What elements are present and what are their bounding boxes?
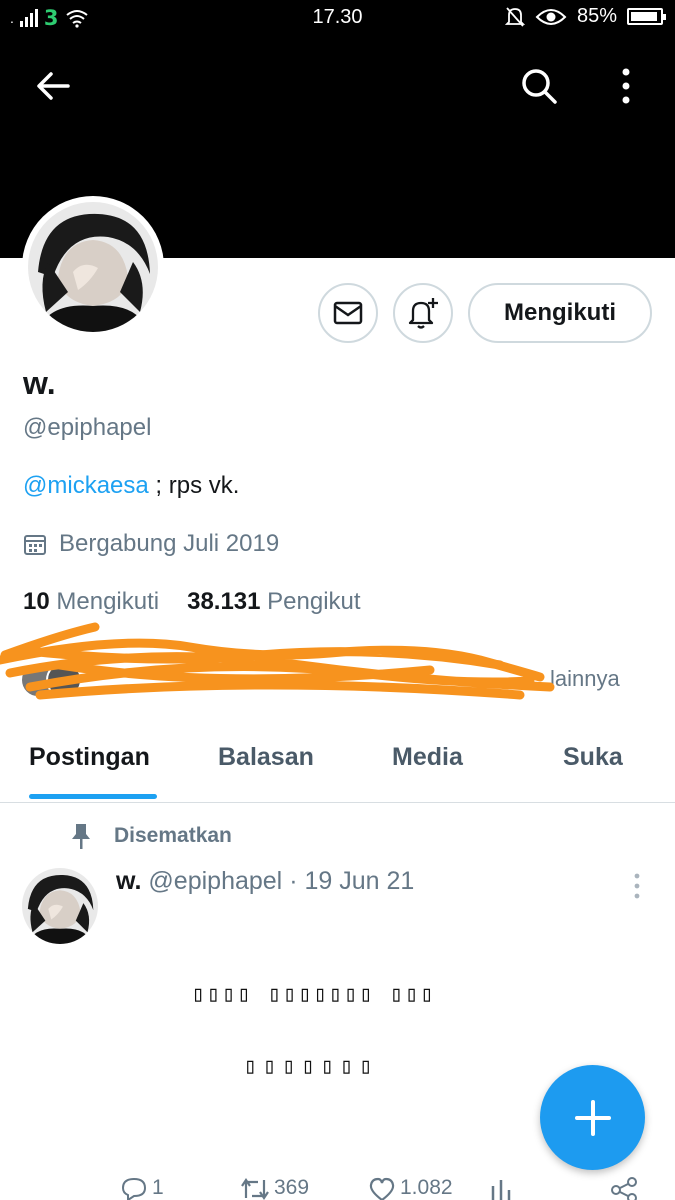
- tweet-separator: ·: [289, 867, 298, 895]
- share-button[interactable]: [610, 1176, 638, 1200]
- notify-button[interactable]: [393, 283, 453, 343]
- like-button[interactable]: 1.082: [368, 1176, 453, 1200]
- followers-label: Pengikut: [267, 588, 361, 615]
- tweet-header: w. @epiphapel · 19 Jun 21: [116, 867, 414, 896]
- tweet-text-line: ▯▯▯▯▯▯▯: [243, 1054, 379, 1079]
- bio-mention-link[interactable]: @mickaesa: [23, 472, 149, 499]
- followers-stat[interactable]: 38.131 Pengikut: [187, 588, 360, 616]
- more-vertical-icon: [622, 68, 630, 104]
- tab-posts[interactable]: Postingan: [29, 743, 150, 772]
- back-button[interactable]: [29, 62, 77, 110]
- tweet-author-handle: @epiphapel: [148, 867, 283, 895]
- compose-tweet-button[interactable]: [540, 1065, 645, 1170]
- known-followers[interactable]: lainnya: [20, 660, 660, 700]
- pin-icon: [72, 824, 90, 849]
- reply-button[interactable]: 1: [120, 1176, 164, 1200]
- known-follower-avatar: [46, 662, 82, 698]
- pinned-indicator: Disematkan: [70, 822, 232, 850]
- tab-likes[interactable]: Suka: [563, 743, 623, 772]
- profile-name: w.: [23, 365, 56, 401]
- search-button[interactable]: [515, 62, 563, 110]
- tweet-date[interactable]: 19 Jun 21: [304, 867, 414, 895]
- arrow-left-icon: [37, 72, 70, 100]
- following-count: 10: [23, 588, 50, 615]
- profile-bio: @mickaesa ; rps vk.: [23, 472, 239, 500]
- message-button[interactable]: [318, 283, 378, 343]
- tab-replies[interactable]: Balasan: [218, 743, 314, 772]
- tweet-author-name[interactable]: w.: [116, 867, 141, 895]
- tweet-author-avatar[interactable]: [22, 868, 98, 944]
- retweet-icon: [241, 1178, 269, 1200]
- status-bar: . 3 17.30 85%: [0, 0, 675, 36]
- following-stat[interactable]: 10 Mengikuti: [23, 588, 159, 616]
- following-label: Mengikuti: [56, 588, 160, 615]
- analytics-button[interactable]: [488, 1176, 514, 1200]
- avatar-image: [28, 202, 158, 332]
- profile-stats: 10 Mengikuti 38.131 Pengikut: [23, 588, 361, 616]
- share-icon: [611, 1177, 637, 1200]
- pinned-label: Disematkan: [114, 824, 232, 847]
- like-count: 1.082: [400, 1176, 453, 1199]
- eye-icon: [535, 8, 567, 25]
- profile-handle: @epiphapel: [23, 414, 152, 441]
- joined-date: Bergabung Juli 2019: [23, 530, 279, 558]
- reply-icon: [121, 1177, 147, 1200]
- joined-text: Bergabung Juli 2019: [59, 530, 280, 557]
- known-followers-suffix: lainnya: [550, 666, 620, 691]
- tweet-more-button[interactable]: [622, 866, 652, 906]
- retweet-count: 369: [274, 1176, 310, 1199]
- envelope-icon: [333, 301, 363, 325]
- reply-count: 1: [152, 1176, 164, 1199]
- calendar-icon: [24, 535, 46, 555]
- more-options-button[interactable]: [602, 62, 650, 110]
- bell-plus-icon: [408, 298, 438, 329]
- avatar-image: [22, 868, 98, 944]
- bell-off-icon: [504, 6, 525, 27]
- profile-avatar[interactable]: [22, 196, 164, 338]
- bio-text: ; rps vk.: [148, 472, 240, 499]
- tab-media[interactable]: Media: [392, 743, 463, 772]
- analytics-icon: [491, 1180, 511, 1200]
- tweet-actions: 1 369 1.082: [0, 1176, 675, 1200]
- heart-icon: [369, 1177, 395, 1200]
- profile-tabs: Postingan Balasan Media Suka: [0, 735, 675, 803]
- search-icon: [522, 69, 557, 104]
- more-vertical-icon: [634, 873, 640, 899]
- tweet-text-line: ▯▯▯▯ ▯▯▯▯▯▯▯ ▯▯▯: [191, 982, 436, 1007]
- active-tab-indicator: [29, 794, 157, 799]
- retweet-button[interactable]: 369: [240, 1176, 309, 1200]
- following-button[interactable]: Mengikuti: [468, 283, 652, 343]
- battery-icon: [627, 8, 666, 25]
- plus-icon: [574, 1099, 611, 1136]
- battery-percent: 85%: [576, 5, 617, 27]
- followers-count: 38.131: [187, 588, 261, 615]
